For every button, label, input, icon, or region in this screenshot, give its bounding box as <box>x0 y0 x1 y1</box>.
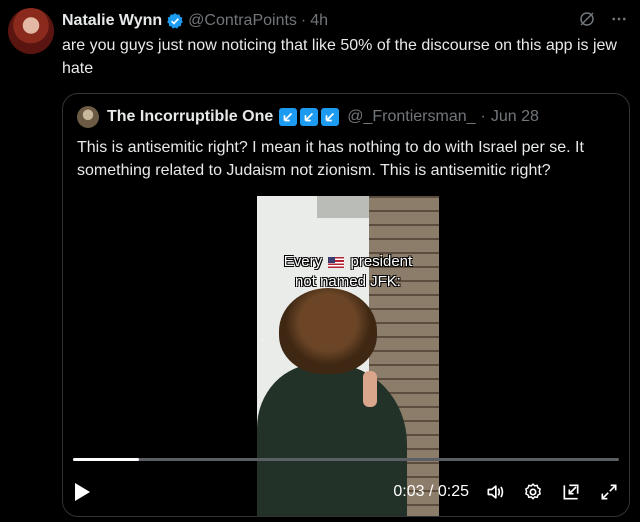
video-caption-line2: not named JFK: <box>295 273 401 290</box>
quoted-author-name: The Incorruptible One <box>107 108 274 125</box>
video-progress-fill <box>73 458 139 461</box>
video-time-separator: / <box>428 483 434 500</box>
quoted-post-date: Jun 28 <box>490 108 539 125</box>
video-progress-bar[interactable] <box>73 458 619 461</box>
volume-icon[interactable] <box>485 482 505 502</box>
verified-icon <box>166 12 184 30</box>
video-person-hand <box>363 371 377 407</box>
settings-icon[interactable] <box>523 482 543 502</box>
post-time[interactable]: 4h <box>310 12 328 30</box>
author-avatar[interactable] <box>8 8 54 54</box>
arrow-badge-icon <box>279 108 298 126</box>
post-actions-top <box>578 10 628 33</box>
video-current-time: 0:03 <box>393 483 425 500</box>
us-flag-icon <box>328 256 345 268</box>
quoted-author-avatar <box>77 106 99 128</box>
quoted-author-handle: @_Frontiersman_ <box>347 108 476 125</box>
arrow-badge-icon <box>321 108 340 126</box>
tiktok-watermark-icon: ♪ <box>261 336 265 343</box>
video-frame[interactable]: ♪ Every president not named JFK: <box>257 196 439 516</box>
caption-word-president: president <box>350 253 413 270</box>
separator-dot: · <box>480 108 486 125</box>
video-caption-line1: Every president <box>257 252 439 272</box>
grok-icon[interactable] <box>578 10 596 33</box>
video-person-hair <box>279 288 377 374</box>
video-duration: 0:25 <box>437 483 469 500</box>
author-handle[interactable]: @ContraPoints <box>188 12 297 30</box>
quoted-post[interactable]: The Incorruptible One @_Frontiersman_ · … <box>62 93 630 517</box>
video-time-readout: 0:03 / 0:25 <box>393 483 469 501</box>
arrow-badge-icon <box>300 108 319 126</box>
quoted-post-header: The Incorruptible One @_Frontiersman_ · … <box>77 106 539 128</box>
fullscreen-icon[interactable] <box>599 482 619 502</box>
quoted-post-text: This is antisemitic right? I mean it has… <box>77 139 584 179</box>
post-header: Natalie Wynn @ContraPoints · 4h <box>62 10 632 32</box>
post-text: are you guys just now noticing that like… <box>62 37 617 77</box>
play-icon[interactable] <box>73 481 95 503</box>
caption-word-every: Every <box>283 253 323 270</box>
more-icon[interactable] <box>610 10 628 33</box>
video-controls: 0:03 / 0:25 <box>73 478 619 506</box>
author-name[interactable]: Natalie Wynn <box>62 12 162 30</box>
separator-dot: · <box>300 12 307 29</box>
video-ceiling <box>317 196 377 218</box>
pip-icon[interactable] <box>561 482 581 502</box>
